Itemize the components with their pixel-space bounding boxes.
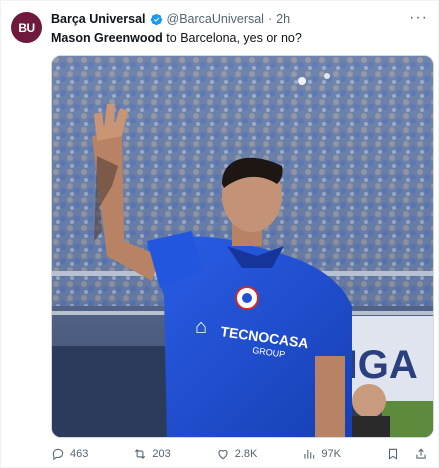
heart-icon — [218, 450, 228, 460]
avatar[interactable]: BU — [11, 12, 42, 43]
account-name[interactable]: Barça Universal — [51, 12, 146, 26]
photo-illustration: LIGA ⌂ TECNOCASA GROUP — [52, 56, 433, 437]
like-count: 2.8K — [234, 448, 258, 460]
views-count: 97K — [321, 448, 341, 460]
tweet-question: to Barcelona, yes or no? — [162, 31, 302, 45]
tweet-card[interactable]: BU Barça Universal @BarcaUniversal · 2h … — [0, 0, 439, 468]
like-button[interactable]: 2.8K — [216, 447, 258, 461]
tweet-header: Barça Universal @BarcaUniversal · 2h — [51, 12, 406, 26]
timestamp[interactable]: 2h — [276, 12, 290, 26]
secondary-actions — [386, 447, 428, 461]
share-button[interactable] — [414, 447, 428, 461]
verified-badge-icon — [150, 13, 163, 26]
reply-icon — [52, 448, 64, 461]
sponsor-logo-icon: ⌂ — [195, 316, 207, 338]
views-button[interactable]: 97K — [302, 447, 341, 461]
bookmark-button[interactable] — [386, 447, 400, 461]
bookmark-icon — [388, 448, 398, 460]
avatar-text: BU — [18, 20, 35, 35]
account-handle[interactable]: @BarcaUniversal — [167, 12, 264, 26]
views-chart-icon — [304, 449, 315, 459]
reply-count: 463 — [70, 448, 89, 460]
repost-button[interactable]: 203 — [133, 447, 171, 461]
share-icon — [416, 448, 426, 459]
bystander — [352, 384, 386, 418]
reply-button[interactable]: 463 — [51, 447, 88, 461]
tweet-text: Mason Greenwood to Barcelona, yes or no? — [51, 30, 428, 46]
tweet-subject: Mason Greenwood — [51, 31, 163, 45]
more-options-icon[interactable]: ··· — [409, 9, 428, 27]
tweet-photo[interactable]: LIGA ⌂ TECNOCASA GROUP — [51, 55, 434, 438]
repost-count: 203 — [152, 448, 171, 460]
separator-dot: · — [267, 12, 273, 26]
repost-icon — [135, 449, 146, 459]
action-bar: 463 203 2.8K 97K — [51, 447, 428, 461]
